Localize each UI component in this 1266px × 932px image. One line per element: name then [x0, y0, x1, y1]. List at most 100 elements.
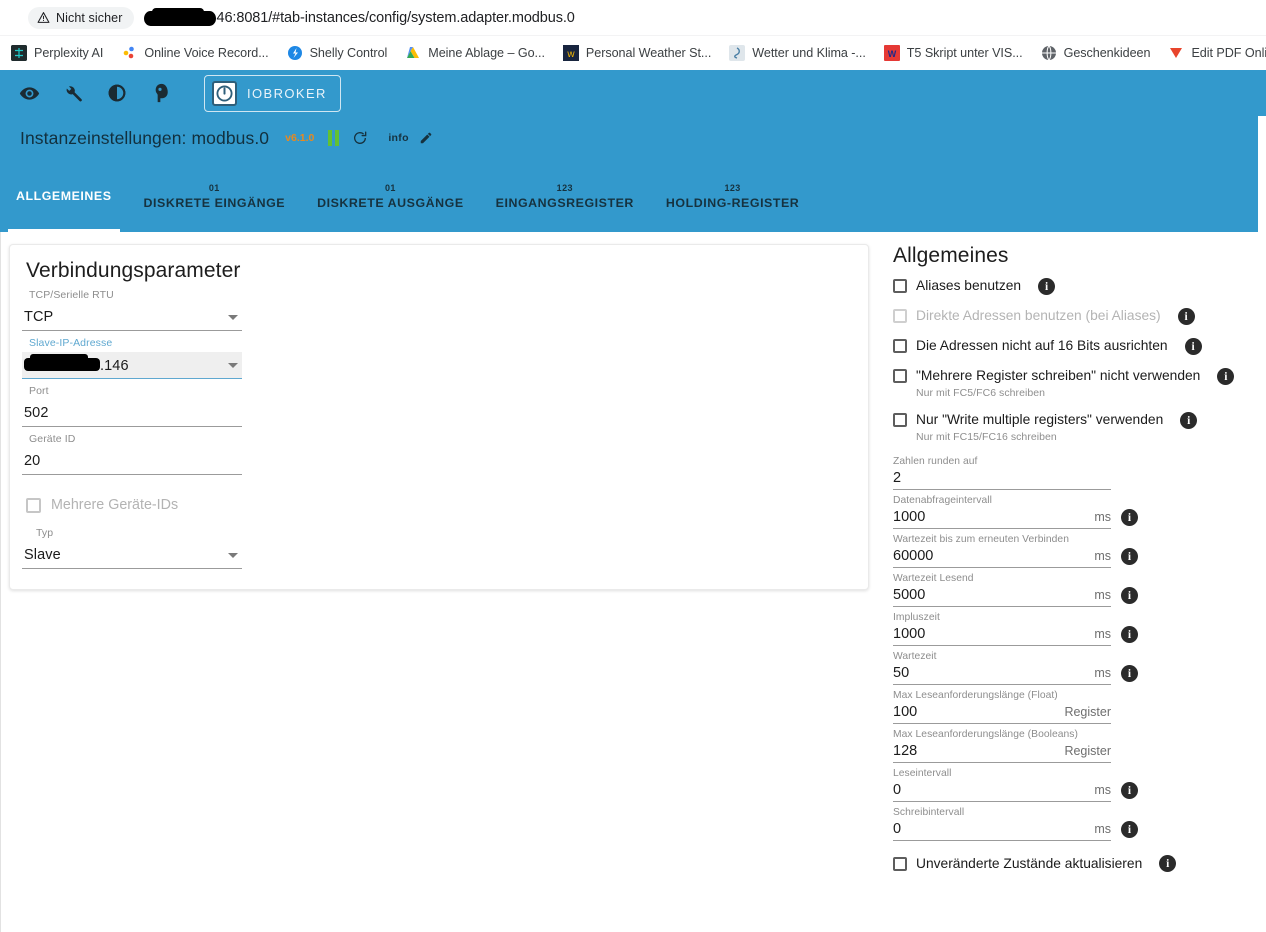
numeric-field-line[interactable]: 1000 ms: [893, 509, 1111, 529]
field-slave-ip[interactable]: Slave-IP-Adresse .146: [22, 337, 242, 379]
pause-icon[interactable]: [328, 130, 342, 146]
numeric-field-core[interactable]: Datenabfrageintervall 1000 ms: [893, 495, 1111, 529]
ip-redaction-block: [24, 353, 100, 371]
numeric-field[interactable]: Datenabfrageintervall 1000 ms i: [893, 495, 1259, 529]
numeric-field-unit: ms: [1094, 510, 1111, 524]
checkbox-box-icon[interactable]: [893, 413, 907, 427]
url-text-wrap[interactable]: 46:8081/#tab-instances/config/system.ada…: [143, 8, 575, 26]
numeric-field-line[interactable]: 2: [893, 470, 1111, 490]
numeric-field[interactable]: Max Leseanforderungslänge (Float) 100 Regi…: [893, 690, 1259, 724]
field-protocol[interactable]: TCP/Serielle RTU TCP: [22, 289, 242, 331]
info-icon[interactable]: i: [1184, 338, 1202, 355]
info-icon[interactable]: i: [1038, 278, 1056, 295]
user-head-icon[interactable]: [150, 82, 172, 104]
info-icon[interactable]: i: [1121, 665, 1138, 682]
checkbox-box-icon[interactable]: [893, 279, 907, 293]
numeric-field-line[interactable]: 60000 ms: [893, 548, 1111, 568]
numeric-field-core[interactable]: Wartezeit bis zum erneuten Verbinden 6000…: [893, 534, 1111, 568]
checkbox-box-icon[interactable]: [893, 369, 907, 383]
info-icon[interactable]: i: [1121, 821, 1138, 838]
browser-url-bar[interactable]: Nicht sicher 46:8081/#tab-instances/conf…: [0, 0, 1266, 36]
option-row[interactable]: "Mehrere Register schreiben" nicht verwe…: [893, 368, 1259, 399]
bookmark-item[interactable]: Wetter und Klima -...: [720, 42, 875, 64]
wrench-icon[interactable]: [62, 82, 84, 104]
chevron-down-icon[interactable]: [228, 314, 238, 320]
bookmarks-bar[interactable]: Perplexity AI Online Voice Record... Shell…: [0, 36, 1266, 70]
pencil-icon[interactable]: [419, 131, 433, 145]
numeric-field[interactable]: Zahlen runden auf 2: [893, 456, 1259, 490]
numeric-field[interactable]: Max Leseanforderungslänge (Booleans) 128 R…: [893, 729, 1259, 763]
info-icon[interactable]: i: [1121, 548, 1138, 565]
checkbox-multiple-device-ids[interactable]: Mehrere Geräte-IDs: [26, 497, 848, 513]
numeric-field-line[interactable]: 0 ms: [893, 821, 1111, 841]
numeric-field-line[interactable]: 100 Register: [893, 704, 1111, 724]
checkbox-update-unchanged-states[interactable]: Unveränderte Zustände aktualisieren i: [893, 855, 1259, 872]
numeric-field-core[interactable]: Max Leseanforderungslänge (Float) 100 Regi…: [893, 690, 1111, 724]
info-icon[interactable]: i: [1121, 782, 1138, 799]
tab-diskrete-eing-nge[interactable]: 01 DISKRETE EINGÄNGE: [128, 160, 302, 232]
tab-diskrete-ausg-nge[interactable]: 01 DISKRETE AUSGÄNGE: [301, 160, 480, 232]
field-slave-ip-control[interactable]: .146: [22, 352, 242, 379]
instance-tabs[interactable]: ALLGEMEINES 01 DISKRETE EINGÄNGE 01 DISKRETE…: [0, 160, 1258, 232]
option-row[interactable]: Aliases benutzen i: [893, 278, 1259, 295]
info-label[interactable]: info: [388, 132, 408, 144]
option-row[interactable]: Direkte Adressen benutzen (bei Aliases) i: [893, 308, 1259, 325]
checkbox-box-icon[interactable]: [893, 857, 907, 871]
checkbox-box-icon[interactable]: [893, 339, 907, 353]
bookmark-item[interactable]: W T5 Skript unter VIS...: [875, 42, 1032, 64]
browser-chrome: Nicht sicher 46:8081/#tab-instances/conf…: [0, 0, 1266, 70]
chevron-down-icon[interactable]: [228, 362, 238, 368]
info-icon[interactable]: i: [1159, 855, 1177, 872]
field-device-id[interactable]: Geräte ID 20: [22, 433, 242, 475]
tab-holding-register[interactable]: 123 HOLDING-REGISTER: [650, 160, 815, 232]
numeric-field[interactable]: Wartezeit bis zum erneuten Verbinden 6000…: [893, 534, 1259, 568]
option-row[interactable]: Nur "Write multiple registers" verwenden…: [893, 412, 1259, 443]
bookmark-item[interactable]: Perplexity AI: [2, 42, 112, 64]
numeric-field-core[interactable]: Max Leseanforderungslänge (Booleans) 128 R…: [893, 729, 1111, 763]
info-icon[interactable]: i: [1177, 308, 1195, 325]
eye-icon[interactable]: [18, 82, 40, 104]
bookmark-item[interactable]: Edit PDF Online | pd...: [1159, 42, 1266, 64]
numeric-field-core[interactable]: Schreibintervall 0 ms: [893, 807, 1111, 841]
numeric-field-line[interactable]: 5000 ms: [893, 587, 1111, 607]
numeric-field-core[interactable]: Impluszeit 1000 ms: [893, 612, 1111, 646]
bookmark-item[interactable]: Online Voice Record...: [112, 42, 277, 64]
field-device-id-control[interactable]: 20: [22, 448, 242, 475]
numeric-field[interactable]: Impluszeit 1000 ms i: [893, 612, 1259, 646]
tab-allgemeines[interactable]: ALLGEMEINES: [0, 160, 128, 232]
field-port-control[interactable]: 502: [22, 400, 242, 427]
field-protocol-control[interactable]: TCP: [22, 304, 242, 331]
bookmark-item[interactable]: w Personal Weather St...: [554, 42, 720, 64]
numeric-field-line[interactable]: 1000 ms: [893, 626, 1111, 646]
info-icon[interactable]: i: [1121, 587, 1138, 604]
bookmark-item[interactable]: Meine Ablage – Go...: [396, 42, 554, 64]
info-icon[interactable]: i: [1180, 412, 1198, 429]
chevron-down-icon[interactable]: [228, 552, 238, 558]
contrast-icon[interactable]: [106, 82, 128, 104]
numeric-field[interactable]: Schreibintervall 0 ms i: [893, 807, 1259, 841]
field-type-control[interactable]: Slave: [22, 542, 242, 569]
info-icon[interactable]: i: [1121, 626, 1138, 643]
security-status-chip[interactable]: Nicht sicher: [28, 6, 134, 29]
numeric-field-core[interactable]: Zahlen runden auf 2: [893, 456, 1111, 490]
refresh-icon[interactable]: [352, 130, 368, 146]
numeric-field-line[interactable]: 128 Register: [893, 743, 1111, 763]
numeric-field[interactable]: Leseintervall 0 ms i: [893, 768, 1259, 802]
numeric-field[interactable]: Wartezeit 50 ms i: [893, 651, 1259, 685]
numeric-field-core[interactable]: Wartezeit Lesend 5000 ms: [893, 573, 1111, 607]
tab-eingangsregister[interactable]: 123 EINGANGSREGISTER: [480, 160, 650, 232]
field-port[interactable]: Port 502: [22, 385, 242, 427]
field-type[interactable]: Typ Slave: [22, 527, 242, 569]
numeric-field-core[interactable]: Wartezeit 50 ms: [893, 651, 1111, 685]
info-icon[interactable]: i: [1217, 368, 1235, 385]
info-icon[interactable]: i: [1121, 509, 1138, 526]
checkbox-box-icon[interactable]: [26, 497, 41, 513]
numeric-field-line[interactable]: 50 ms: [893, 665, 1111, 685]
iobroker-logo[interactable]: IOBROKER: [204, 74, 341, 112]
numeric-field-core[interactable]: Leseintervall 0 ms: [893, 768, 1111, 802]
option-row[interactable]: Die Adressen nicht auf 16 Bits ausrichte…: [893, 338, 1259, 355]
bookmark-item[interactable]: Shelly Control: [278, 42, 397, 64]
numeric-field-line[interactable]: 0 ms: [893, 782, 1111, 802]
bookmark-item[interactable]: Geschenkideen: [1032, 42, 1160, 64]
numeric-field[interactable]: Wartezeit Lesend 5000 ms i: [893, 573, 1259, 607]
